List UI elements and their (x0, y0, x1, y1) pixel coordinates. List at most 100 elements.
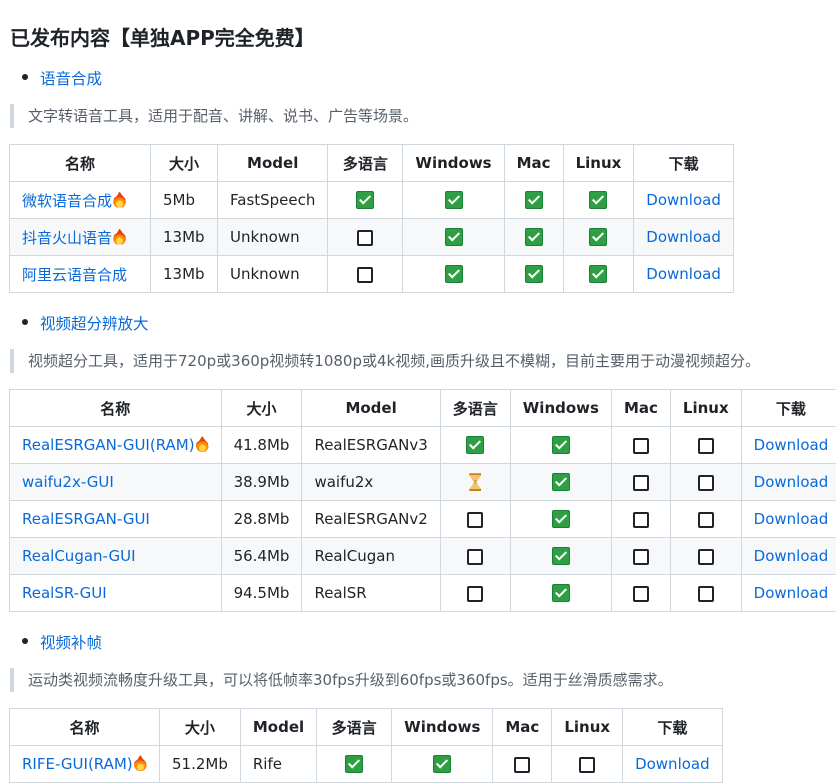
empty-checkbox-icon (633, 512, 649, 528)
linux-support-cell (552, 746, 623, 783)
bullet (22, 319, 28, 325)
model-cell: FastSpeech (218, 182, 328, 219)
section-link-tts[interactable]: 语音合成 (40, 67, 102, 89)
page-heading: 已发布内容【单独APP完全免费】 (10, 22, 315, 51)
multilang-support-cell (440, 538, 510, 575)
model-value: FastSpeech (230, 191, 315, 209)
table-row: 阿里云语音合成13MbUnknownDownload (10, 256, 734, 293)
empty-checkbox-icon (633, 549, 649, 565)
app-name-cell: waifu2x-GUI (10, 464, 222, 501)
app-name-link[interactable]: RIFE-GUI(RAM) (22, 755, 133, 773)
app-name-link[interactable]: RealESRGAN-GUI (22, 510, 150, 528)
model-value: RealESRGANv2 (314, 510, 427, 528)
app-name-link[interactable]: RealSR-GUI (22, 584, 107, 602)
bullet (22, 74, 28, 80)
column-header-mac: Mac (611, 390, 670, 427)
column-header-download: 下载 (741, 390, 836, 427)
section-link-upscale[interactable]: 视频超分辨放大 (40, 312, 149, 334)
app-name-cell: RealESRGAN-GUI (10, 501, 222, 538)
app-name-link[interactable]: RealCugan-GUI (22, 547, 136, 565)
download-link[interactable]: Download (754, 436, 829, 454)
download-link[interactable]: Download (646, 228, 721, 246)
download-link[interactable]: Download (754, 584, 829, 602)
fire-icon (113, 229, 126, 245)
column-header-name: 名称 (10, 390, 222, 427)
table-row: RealSR-GUI94.5MbRealSRDownload (10, 575, 836, 612)
download-cell: Download (741, 427, 836, 464)
size-value: 56.4Mb (234, 547, 290, 565)
section-description-upscale: 视频超分工具，适用于720p或360p视频转1080p或4k视频,画质升级且不模… (10, 349, 760, 373)
model-value: RealSR (314, 584, 366, 602)
download-cell: Download (623, 746, 723, 783)
column-header-linux: Linux (670, 390, 741, 427)
model-value: Unknown (230, 228, 300, 246)
table-row: 抖音火山语音13MbUnknownDownload (10, 219, 734, 256)
linux-support-cell (670, 464, 741, 501)
app-name-cell: RealCugan-GUI (10, 538, 222, 575)
download-link[interactable]: Download (754, 510, 829, 528)
section-description-interp: 运动类视频流畅度升级工具，可以将低帧率30fps升级到60fps或360fps。… (10, 668, 673, 692)
model-value: Unknown (230, 265, 300, 283)
model-cell: RealCugan (302, 538, 440, 575)
column-header-size: 大小 (151, 145, 218, 182)
mac-support-cell (504, 256, 563, 293)
app-name-link[interactable]: RealESRGAN-GUI(RAM) (22, 436, 195, 454)
windows-support-cell (510, 538, 611, 575)
download-link[interactable]: Download (646, 191, 721, 209)
size-value: 28.8Mb (234, 510, 290, 528)
model-value: RealESRGANv3 (314, 436, 427, 454)
size-cell: 41.8Mb (221, 427, 302, 464)
download-cell: Download (741, 501, 836, 538)
mac-support-cell (611, 575, 670, 612)
column-header-multilang: 多语言 (317, 709, 392, 746)
check-mark-button-icon (552, 547, 570, 565)
mac-support-cell (504, 182, 563, 219)
download-link[interactable]: Download (635, 755, 710, 773)
app-name-cell: 微软语音合成 (10, 182, 151, 219)
fire-icon (113, 192, 126, 208)
mac-support-cell (611, 464, 670, 501)
download-link[interactable]: Download (646, 265, 721, 283)
check-mark-button-icon (433, 755, 451, 773)
size-cell: 56.4Mb (221, 538, 302, 575)
download-link[interactable]: Download (754, 547, 829, 565)
check-mark-button-icon (466, 436, 484, 454)
model-cell: RealESRGANv2 (302, 501, 440, 538)
check-mark-button-icon (445, 228, 463, 246)
column-header-model: Model (302, 390, 440, 427)
table-row: RealCugan-GUI 56.4Mb RealCugan Download (10, 538, 836, 575)
table-tts: 名称大小Model多语言WindowsMacLinux下载 微软语音合成5MbF… (9, 144, 734, 293)
app-name-link[interactable]: 阿里云语音合成 (22, 266, 127, 284)
column-header-multilang: 多语言 (328, 145, 403, 182)
empty-checkbox-icon (514, 757, 530, 773)
section-link-interp[interactable]: 视频补帧 (40, 631, 102, 653)
linux-support-cell (563, 182, 634, 219)
app-name-link[interactable]: 抖音火山语音 (22, 229, 112, 247)
app-name-cell: RIFE-GUI(RAM) (10, 746, 160, 783)
app-name-link[interactable]: 微软语音合成 (22, 192, 112, 210)
empty-checkbox-icon (467, 512, 483, 528)
app-name-cell: 阿里云语音合成 (10, 256, 151, 293)
check-mark-button-icon (525, 265, 543, 283)
download-cell: Download (741, 464, 836, 501)
multilang-support-cell (440, 501, 510, 538)
linux-support-cell (670, 427, 741, 464)
column-header-size: 大小 (160, 709, 241, 746)
column-header-linux: Linux (563, 145, 634, 182)
fire-icon (134, 755, 147, 771)
table-row: RIFE-GUI(RAM)51.2MbRifeDownload (10, 746, 723, 783)
empty-checkbox-icon (698, 549, 714, 565)
size-value: 41.8Mb (234, 436, 290, 454)
app-name-link[interactable]: waifu2x-GUI (22, 473, 114, 491)
table-row: 微软语音合成5MbFastSpeechDownload (10, 182, 734, 219)
check-mark-button-icon (445, 191, 463, 209)
download-cell: Download (741, 575, 836, 612)
mac-support-cell (504, 219, 563, 256)
linux-support-cell (670, 538, 741, 575)
empty-checkbox-icon (467, 586, 483, 602)
model-cell: RealESRGANv3 (302, 427, 440, 464)
check-mark-button-icon (525, 228, 543, 246)
download-link[interactable]: Download (754, 473, 829, 491)
multilang-support-cell (440, 575, 510, 612)
column-header-model: Model (218, 145, 328, 182)
